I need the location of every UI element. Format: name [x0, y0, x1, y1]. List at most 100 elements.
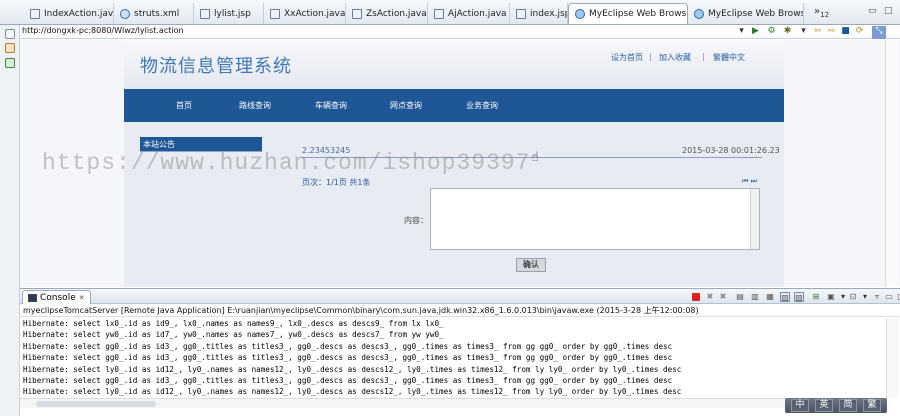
textarea-scrollbar[interactable] [750, 189, 759, 249]
site-header: 物流信息管理系统 设为首页 | 加入收藏 | 繁體中文 [124, 40, 784, 89]
console-line: Hibernate: select ly0_.id as id12_, ly0_… [23, 364, 682, 374]
ime-traditional-button[interactable]: 繁 [863, 399, 881, 412]
set-homepage-link[interactable]: 设为首页 [611, 52, 643, 63]
maximize-icon[interactable]: □ [896, 292, 900, 302]
console-vertical-scrollbar[interactable] [886, 318, 898, 398]
tab-xxaction[interactable]: XxAction.java [264, 3, 346, 24]
chevron-down-icon[interactable]: ▾ [736, 26, 747, 37]
clear-console-icon[interactable]: ▤ [735, 292, 745, 302]
remove-launch-icon[interactable]: ✖ [705, 292, 715, 302]
hand-cursor-icon: ☝ [531, 150, 539, 165]
add-favorite-link[interactable]: 加入收藏 [659, 52, 691, 63]
console-line: Hibernate: select gg0_.id as id3_, gg0_.… [23, 353, 673, 363]
nav-outlet-query[interactable]: 网点查询 [390, 100, 422, 111]
editor-tab-bar: IndexAction.java struts.xml lylist.jsp X… [0, 0, 900, 25]
hierarchy-icon[interactable] [5, 43, 15, 53]
tab-indexaction[interactable]: IndexAction.java [24, 3, 114, 24]
ime-simplified-button[interactable]: 简 [839, 399, 857, 412]
scroll-lock-icon[interactable]: ▥ [750, 292, 760, 302]
jsp-file-icon [516, 8, 526, 19]
refresh-icon[interactable]: ⟳ [854, 26, 865, 37]
nav-vehicle-query[interactable]: 车辆查询 [315, 100, 347, 111]
separator: | [649, 52, 652, 61]
tab-web-browser-active[interactable]: MyEclipse Web Browse✕ [568, 3, 688, 24]
java-file-icon [434, 8, 444, 19]
remove-all-icon[interactable]: ✖ [718, 292, 728, 302]
run-icon[interactable]: ⚙ [766, 26, 777, 37]
forward-icon[interactable]: ⇨ [826, 26, 837, 37]
tab-struts-xml[interactable]: struts.xml [114, 3, 194, 24]
console-line: Hibernate: select lx0_.id as id9_, lx0_.… [23, 319, 444, 328]
submit-button[interactable]: 确认 [516, 258, 546, 272]
back-icon[interactable]: ⇦ [812, 26, 823, 37]
globe-icon [575, 9, 585, 19]
pagination-arrows[interactable]: ⏮ ⏭ [742, 177, 757, 186]
tab-index-jsp[interactable]: index.jsp [510, 3, 568, 24]
console-line: Hibernate: select yw0_.id as id7_, yw0_.… [23, 330, 444, 340]
site-nav: 首页 路线查询 车辆查询 网点查询 业务查询 [124, 89, 784, 122]
news-date: 2015-03-28 00:01:26.23 [682, 146, 780, 155]
close-icon[interactable]: ✕ [79, 294, 85, 302]
minimize-icon[interactable]: ▭ [884, 292, 894, 302]
console-process-header: myeclipseTomcatServer [Remote Java Appli… [20, 305, 900, 317]
separator: | [702, 52, 705, 61]
url-input[interactable]: http://dongxk-pc:8080/Wlwz/lylist.action [22, 26, 184, 35]
tab-lylist-jsp[interactable]: lylist.jsp [194, 3, 264, 24]
nav-business-query[interactable]: 业务查询 [466, 100, 498, 111]
stop-icon[interactable]: ■ [840, 26, 851, 37]
maximize-icon[interactable]: □ [884, 6, 893, 16]
open-console-icon[interactable]: ⊞ [811, 292, 821, 302]
browser-icon[interactable]: ⤡ [872, 26, 886, 39]
word-wrap-icon[interactable]: ▨ [794, 292, 804, 302]
site-title: 物流信息管理系统 [140, 56, 292, 77]
java-file-icon [352, 8, 362, 19]
console-line: Hibernate: select gg0_.id as id3_, gg0_.… [23, 375, 673, 385]
nav-home[interactable]: 首页 [176, 100, 192, 111]
struts-icon [120, 8, 130, 19]
outline-icon[interactable] [5, 58, 15, 68]
notice-heading: 本站公告 [140, 137, 262, 151]
display-console-icon[interactable]: ▣ [826, 292, 836, 302]
settings-icon[interactable]: ✱ [782, 26, 793, 37]
console-line: Hibernate: select gg0_.id as id3_, gg0_.… [23, 341, 673, 351]
tab-ajaction[interactable]: AjAction.java [428, 3, 510, 24]
chevron-down-icon[interactable]: ▾ [838, 292, 848, 302]
traditional-chinese-link[interactable]: 繁體中文 [713, 52, 745, 63]
site-content: 本站公告 2.23453245 2015-03-28 00:01:26.23 页… [124, 122, 784, 287]
show-stdout-icon[interactable]: ▦ [765, 292, 775, 302]
view-menu-icon[interactable]: ▿ [872, 292, 882, 302]
console-line: Hibernate: select ly0_.id as id12_, ly0_… [23, 387, 682, 397]
content-label: 内容： [404, 216, 428, 225]
console-toolbar: Console ✕ ✖ ✖ ▤ ▥ ▦ ▧ ▨ ⊞ ▣ ▾ ⊡ ▾ ▿ ▭ □ [20, 288, 900, 304]
console-tab[interactable]: Console ✕ [22, 290, 91, 304]
left-toolbar [0, 25, 20, 416]
chevron-down-icon[interactable]: ▾ [798, 26, 809, 37]
minimize-icon[interactable]: ▭ [868, 6, 877, 16]
chevron-down-icon[interactable]: ▾ [860, 292, 870, 302]
console-output[interactable]: Hibernate: select lx0_.id as id9_, lx0_.… [20, 318, 886, 398]
content-textarea[interactable] [430, 188, 760, 250]
java-file-icon [270, 8, 280, 19]
pin-console-icon[interactable]: ▧ [780, 292, 790, 302]
new-console-icon[interactable]: ⊡ [848, 292, 858, 302]
console-horizontal-scrollbar[interactable] [20, 398, 886, 408]
scrollbar-thumb[interactable] [36, 401, 156, 407]
browser-url-bar: http://dongxk-pc:8080/Wlwz/lylist.action… [20, 25, 900, 39]
ime-chinese-button[interactable]: 中 [791, 399, 809, 412]
restore-icon[interactable] [5, 29, 15, 39]
tab-web-browser[interactable]: MyEclipse Web Browse [688, 3, 804, 24]
tab-overflow-button[interactable]: »12 [814, 6, 829, 19]
nav-route-query[interactable]: 路线查询 [239, 100, 271, 111]
ime-language-bar: 中 英 简 繁 [785, 398, 887, 413]
terminate-icon[interactable] [692, 293, 700, 301]
browser-scrollbar[interactable] [885, 40, 898, 287]
tab-zsaction[interactable]: ZsAction.java [346, 3, 428, 24]
go-icon[interactable]: ▶ [750, 26, 761, 37]
jsp-file-icon [200, 8, 210, 19]
java-file-icon [30, 8, 40, 19]
globe-icon [694, 8, 704, 19]
pagination-info: 页次：1/1页 共1条 [302, 178, 371, 187]
ime-english-button[interactable]: 英 [815, 399, 833, 412]
watermark-text: https://www.huzhan.com/ishop39397 [42, 150, 531, 176]
console-icon [28, 293, 37, 302]
